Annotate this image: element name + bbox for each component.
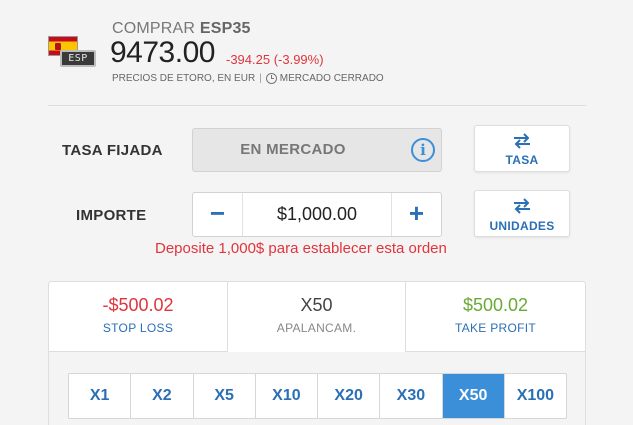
- rate-toggle-label: TASA: [505, 153, 539, 167]
- stop-loss-value: -$500.02: [102, 295, 174, 315]
- units-toggle-button[interactable]: UNIDADES: [474, 190, 570, 237]
- instrument-price: 9473.00: [110, 36, 215, 69]
- instrument-header: ESP COMPRAR ESP35 9473.00 -394.25 (-3.99…: [0, 0, 633, 106]
- leverage-option-x20[interactable]: X20: [318, 374, 381, 418]
- instrument-symbol: ESP35: [199, 20, 251, 37]
- risk-panel: -$500.02 STOP LOSS X50 APALANCAM. $500.0…: [48, 281, 586, 425]
- price-change: -394.25 (-3.99%): [226, 52, 324, 67]
- info-icon[interactable]: i: [411, 138, 435, 162]
- leverage-value: X50: [300, 295, 333, 315]
- separator: |: [259, 73, 262, 84]
- leverage-options: X1 X2 X5 X10 X20 X30 X50 X100: [68, 373, 567, 419]
- symbol-tag: ESP: [60, 50, 96, 67]
- decrease-amount-button[interactable]: −: [193, 193, 243, 236]
- risk-tabs: -$500.02 STOP LOSS X50 APALANCAM. $500.0…: [49, 282, 585, 352]
- rate-toggle-button[interactable]: TASA: [474, 125, 570, 172]
- leverage-option-x100[interactable]: X100: [505, 374, 566, 418]
- header-divider: [48, 105, 586, 106]
- swap-arrows-icon: [475, 133, 569, 149]
- rate-label: TASA FIJADA: [62, 142, 163, 159]
- rate-field[interactable]: EN MERCADO i: [192, 128, 442, 172]
- tab-leverage[interactable]: X50 APALANCAM.: [227, 282, 406, 352]
- amount-label: IMPORTE: [76, 207, 147, 224]
- order-action: COMPRAR: [112, 20, 196, 37]
- leverage-option-x1[interactable]: X1: [69, 374, 132, 418]
- tab-stop-loss[interactable]: -$500.02 STOP LOSS: [49, 282, 227, 352]
- leverage-option-x50[interactable]: X50: [442, 374, 505, 418]
- leverage-option-x30[interactable]: X30: [380, 374, 443, 418]
- units-toggle-label: UNIDADES: [489, 219, 555, 233]
- take-profit-value: $500.02: [462, 295, 529, 315]
- tab-take-profit[interactable]: $500.02 TAKE PROFIT: [406, 282, 585, 352]
- instrument-logo: ESP: [48, 36, 96, 72]
- price-subline: PRECIOS DE ETORO, EN EUR | MERCADO CERRA…: [112, 73, 384, 84]
- stop-loss-label: STOP LOSS: [102, 321, 174, 335]
- take-profit-label: TAKE PROFIT: [454, 321, 537, 335]
- leverage-option-x10[interactable]: X10: [256, 374, 318, 418]
- leverage-option-x5[interactable]: X5: [194, 374, 256, 418]
- rate-value: EN MERCADO: [240, 141, 346, 158]
- increase-amount-button[interactable]: +: [391, 193, 441, 236]
- clock-icon: [265, 73, 277, 84]
- leverage-option-x2[interactable]: X2: [131, 374, 194, 418]
- leverage-selector: X1 X2 X5 X10 X20 X30 X50 X100: [49, 352, 585, 425]
- amount-stepper: − $1,000.00 +: [192, 192, 442, 237]
- amount-input[interactable]: $1,000.00: [243, 193, 391, 236]
- deposit-warning: Deposite 1,000$ para establecer esta ord…: [155, 240, 447, 257]
- swap-arrows-icon: [475, 198, 569, 214]
- market-status: MERCADO CERRADO: [279, 73, 384, 84]
- prices-note: PRECIOS DE ETORO, EN EUR: [112, 73, 256, 84]
- leverage-label: APALANCAM.: [276, 321, 357, 335]
